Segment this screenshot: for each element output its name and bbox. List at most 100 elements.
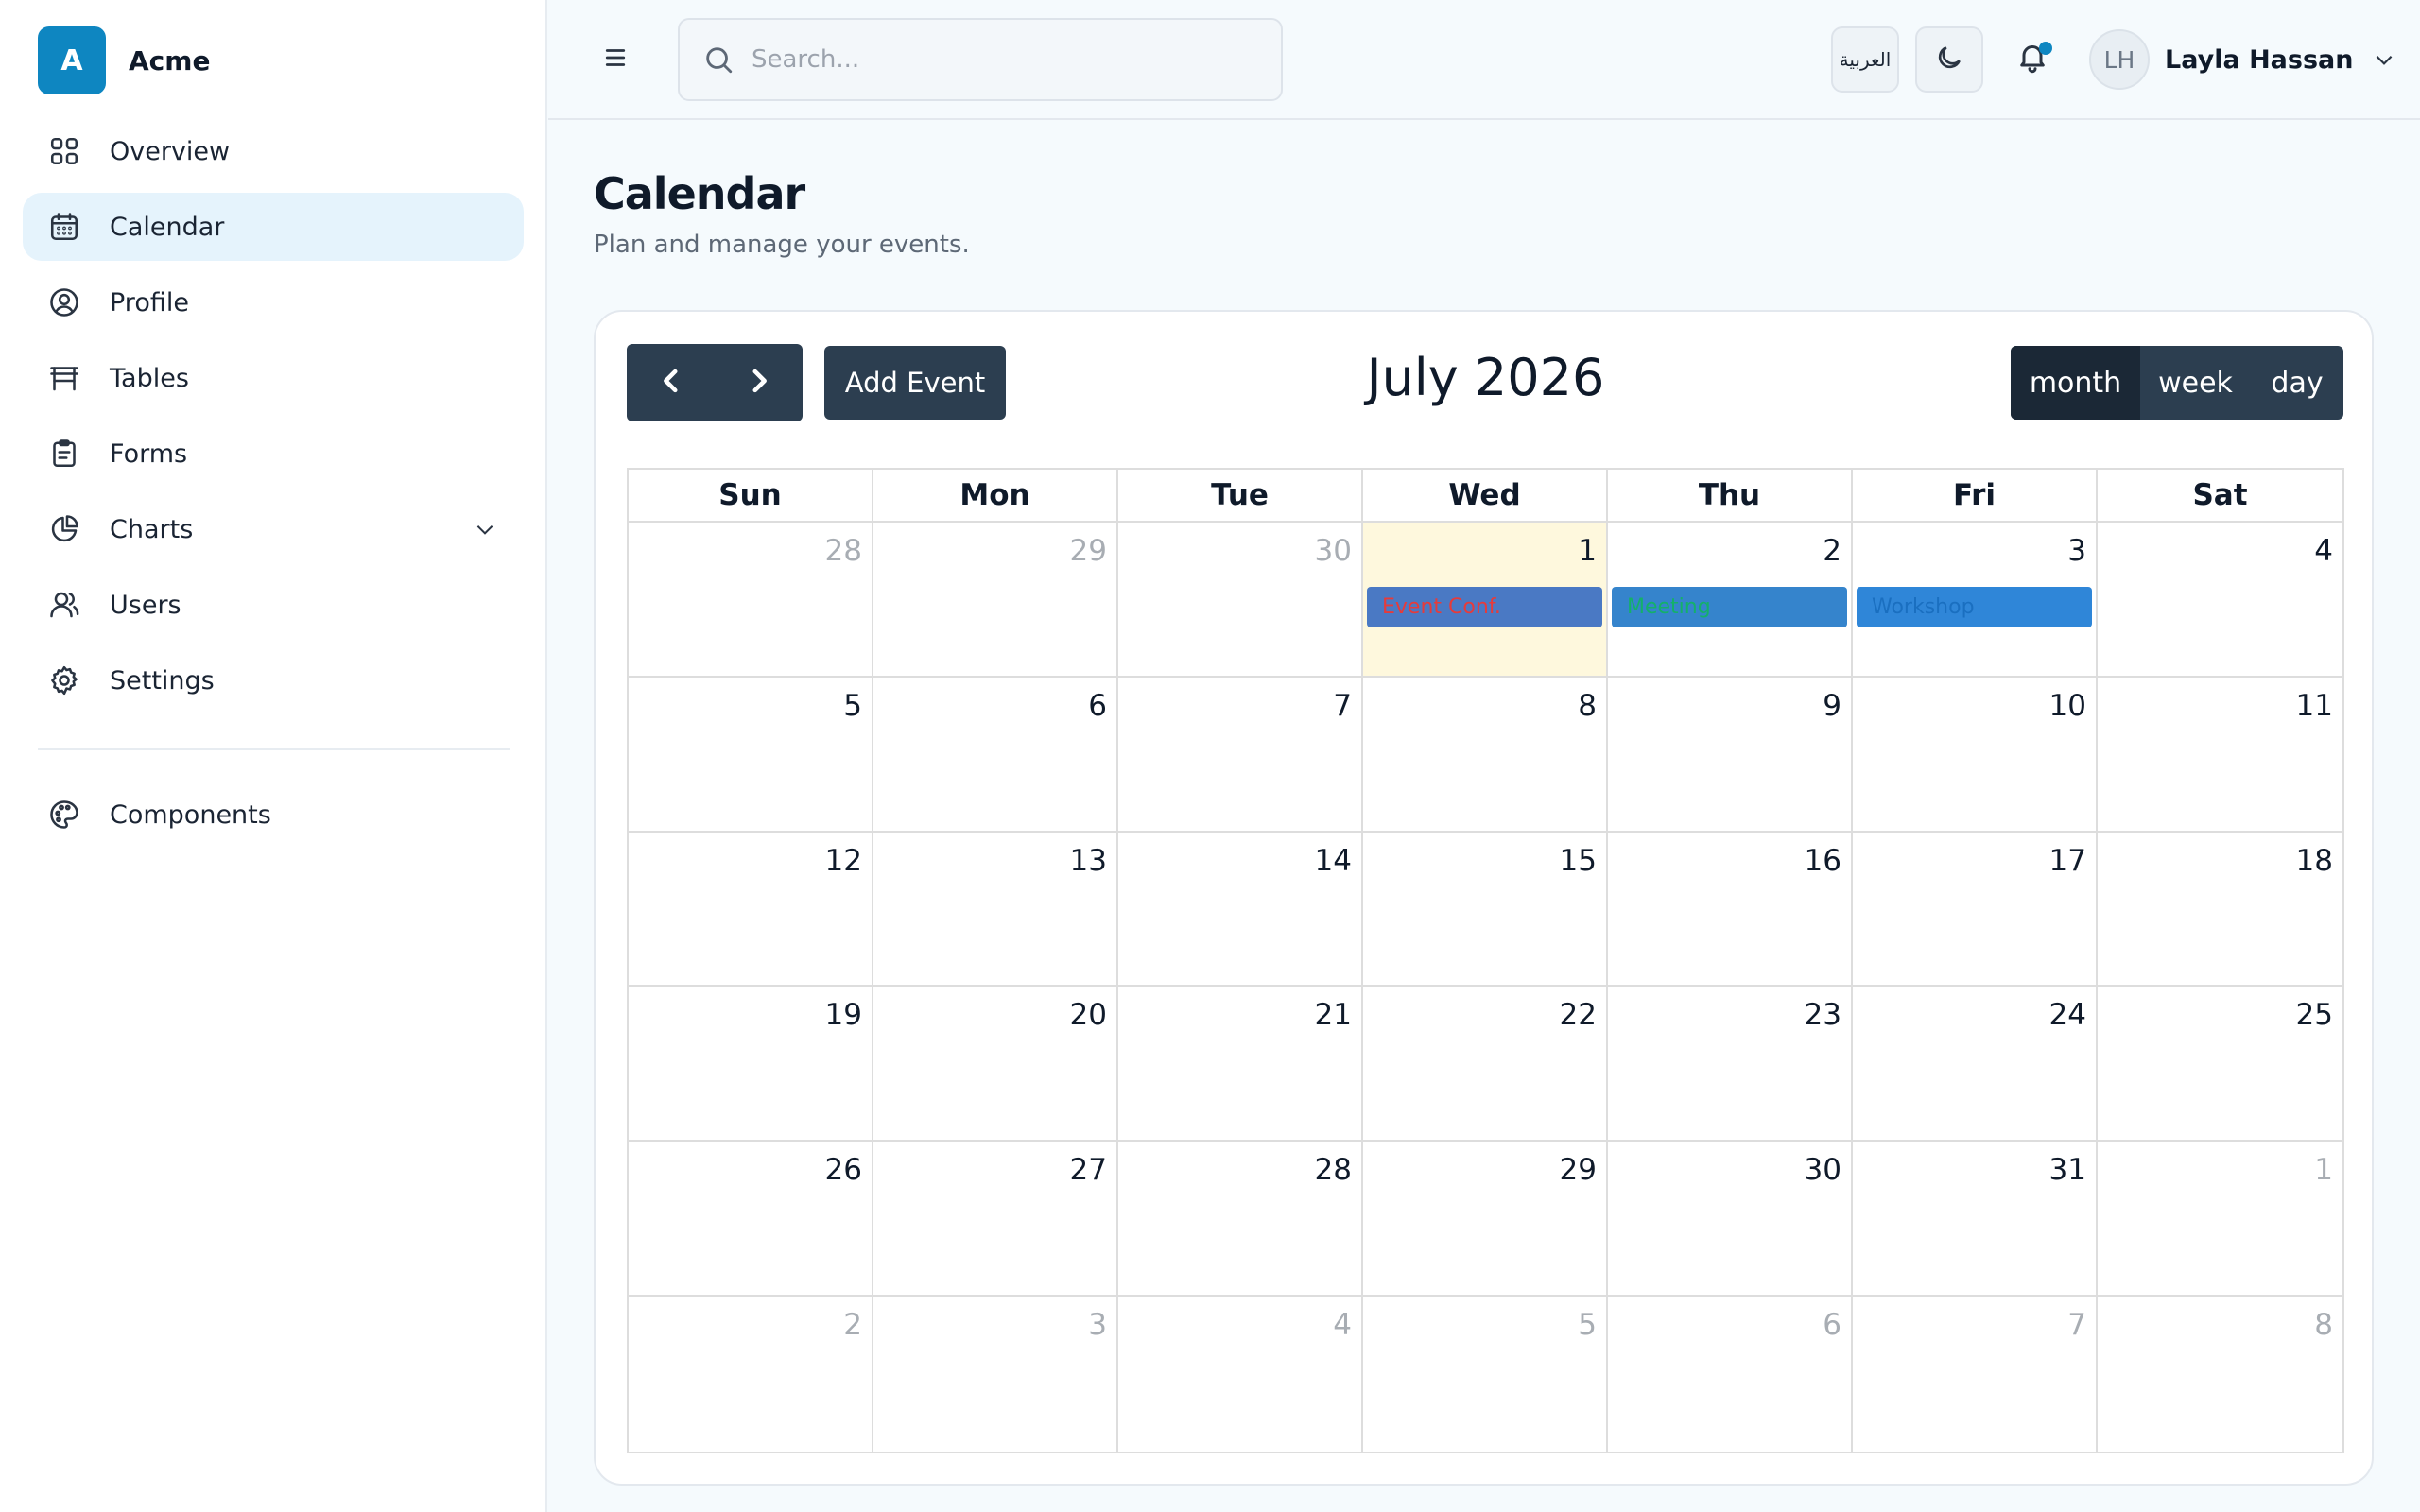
calendar-day-cell[interactable]: 18 [2098, 833, 2342, 988]
brand[interactable]: A Acme [38, 26, 210, 94]
notifications-button[interactable] [2015, 40, 2053, 77]
day-number[interactable]: 24 [2049, 998, 2086, 1032]
day-number[interactable]: 23 [1805, 998, 1841, 1032]
day-number[interactable]: 30 [1805, 1153, 1841, 1187]
calendar-day-cell[interactable]: 21 [1118, 987, 1363, 1143]
sidebar-item-profile[interactable]: Profile [23, 268, 524, 336]
calendar-day-cell[interactable]: 29 [873, 523, 1118, 678]
day-number[interactable]: 28 [1315, 1153, 1352, 1187]
calendar-event[interactable]: Workshop [1857, 587, 2092, 627]
chevron-down-icon[interactable] [473, 517, 497, 541]
calendar-day-cell[interactable]: 6 [873, 677, 1118, 833]
calendar-event[interactable]: Meeting [1612, 587, 1847, 627]
calendar-day-cell[interactable]: 4 [1118, 1297, 1363, 1452]
sidebar-item-forms[interactable]: Forms [23, 420, 524, 488]
calendar-day-cell[interactable]: 27 [873, 1142, 1118, 1297]
day-number[interactable]: 22 [1560, 998, 1597, 1032]
day-number[interactable]: 14 [1315, 844, 1352, 878]
calendar-day-cell[interactable]: 7 [1118, 677, 1363, 833]
day-number[interactable]: 7 [2067, 1308, 2086, 1342]
view-week-button[interactable]: week [2140, 346, 2251, 420]
calendar-day-cell[interactable]: 5 [1363, 1297, 1608, 1452]
day-number[interactable]: 5 [843, 689, 862, 723]
calendar-day-cell[interactable]: 6 [1608, 1297, 1853, 1452]
calendar-day-cell[interactable]: 28 [1118, 1142, 1363, 1297]
calendar-day-cell[interactable]: 11 [2098, 678, 2342, 833]
day-number[interactable]: 26 [825, 1153, 862, 1187]
sidebar-item-calendar[interactable]: Calendar [23, 193, 524, 261]
sidebar-item-components[interactable]: Components [23, 781, 524, 849]
calendar-day-cell[interactable]: 16 [1608, 832, 1853, 988]
day-number[interactable]: 29 [1560, 1153, 1597, 1187]
day-number[interactable]: 2 [843, 1308, 862, 1342]
calendar-day-cell[interactable]: 2 [629, 1297, 873, 1452]
theme-toggle-button[interactable] [1915, 26, 1983, 93]
calendar-day-cell[interactable]: 3 [873, 1297, 1118, 1452]
calendar-day-cell[interactable]: 3 Workshop [1853, 523, 2098, 678]
calendar-day-cell[interactable]: 20 [873, 987, 1118, 1143]
day-number[interactable]: 8 [2314, 1308, 2333, 1342]
calendar-day-cell[interactable]: 8 [2098, 1297, 2342, 1452]
calendar-day-cell[interactable]: 13 [873, 832, 1118, 988]
calendar-day-cell[interactable]: 4 [2098, 523, 2342, 678]
day-number[interactable]: 3 [2067, 534, 2086, 568]
calendar-day-cell[interactable]: 17 [1853, 832, 2098, 988]
day-number[interactable]: 5 [1578, 1308, 1597, 1342]
day-number[interactable]: 3 [1088, 1308, 1107, 1342]
day-number[interactable]: 12 [825, 844, 862, 878]
calendar-day-cell[interactable]: 24 [1853, 987, 2098, 1143]
calendar-day-cell[interactable]: 31 [1853, 1142, 2098, 1297]
sidebar-item-charts[interactable]: Charts [23, 495, 524, 563]
calendar-day-cell[interactable]: 26 [629, 1142, 873, 1297]
calendar-day-cell[interactable]: 30 [1118, 523, 1363, 678]
day-number[interactable]: 19 [825, 998, 862, 1032]
hamburger-menu-icon[interactable] [601, 43, 630, 72]
day-number[interactable]: 28 [825, 534, 862, 568]
day-number[interactable]: 20 [1070, 998, 1107, 1032]
day-number[interactable]: 4 [2314, 534, 2333, 568]
sidebar-item-settings[interactable]: Settings [23, 646, 524, 714]
day-number[interactable]: 18 [2296, 844, 2333, 878]
day-number[interactable]: 8 [1578, 689, 1597, 723]
calendar-day-cell[interactable]: 15 [1363, 832, 1608, 988]
day-number[interactable]: 30 [1315, 534, 1352, 568]
day-number[interactable]: 1 [1578, 534, 1597, 568]
calendar-day-cell[interactable]: 5 [629, 677, 873, 833]
search-box[interactable] [678, 18, 1283, 101]
prev-month-button[interactable] [627, 344, 715, 421]
day-number[interactable]: 25 [2296, 998, 2333, 1032]
calendar-day-cell[interactable]: 30 [1608, 1142, 1853, 1297]
day-number[interactable]: 2 [1823, 534, 1841, 568]
day-number[interactable]: 31 [2049, 1153, 2086, 1187]
calendar-day-cell[interactable]: 29 [1363, 1142, 1608, 1297]
day-number[interactable]: 7 [1333, 689, 1352, 723]
add-event-button[interactable]: Add Event [824, 346, 1006, 420]
calendar-day-cell[interactable]: 9 [1608, 677, 1853, 833]
calendar-day-cell[interactable]: 19 [629, 987, 873, 1143]
day-number[interactable]: 4 [1333, 1308, 1352, 1342]
calendar-day-cell[interactable]: 10 [1853, 677, 2098, 833]
sidebar-item-tables[interactable]: Tables [23, 344, 524, 412]
calendar-day-cell[interactable]: 25 [2098, 987, 2342, 1143]
calendar-day-cell[interactable]: 12 [629, 832, 873, 988]
day-number[interactable]: 6 [1823, 1308, 1841, 1342]
day-number[interactable]: 13 [1070, 844, 1107, 878]
search-input[interactable] [752, 45, 1243, 74]
calendar-day-cell[interactable]: 2 Meeting [1608, 523, 1853, 678]
day-number[interactable]: 10 [2049, 689, 2086, 723]
day-number[interactable]: 27 [1070, 1153, 1107, 1187]
sidebar-item-users[interactable]: Users [23, 571, 524, 639]
calendar-day-cell[interactable]: 14 [1118, 832, 1363, 988]
calendar-event[interactable]: Event Conf. [1367, 587, 1602, 627]
calendar-day-cell[interactable]: 1 [2098, 1142, 2342, 1297]
calendar-day-cell[interactable]: 7 [1853, 1297, 2098, 1452]
next-month-button[interactable] [715, 344, 803, 421]
day-number[interactable]: 1 [2314, 1153, 2333, 1187]
calendar-day-cell[interactable]: 23 [1608, 987, 1853, 1143]
sidebar-item-overview[interactable]: Overview [23, 117, 524, 185]
calendar-day-cell[interactable]: 8 [1363, 677, 1608, 833]
day-number[interactable]: 6 [1088, 689, 1107, 723]
calendar-day-cell[interactable]: 28 [629, 523, 873, 678]
view-day-button[interactable]: day [2251, 346, 2343, 420]
day-number[interactable]: 16 [1805, 844, 1841, 878]
